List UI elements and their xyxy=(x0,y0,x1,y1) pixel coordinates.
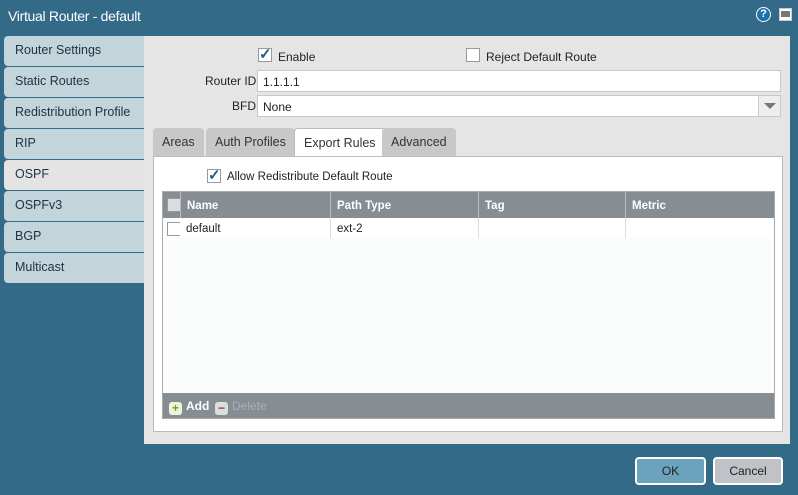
row-metric xyxy=(625,218,773,238)
minus-icon: − xyxy=(215,402,228,415)
maximize-icon[interactable] xyxy=(779,8,792,21)
add-label: Add xyxy=(186,399,210,413)
column-metric[interactable]: Metric xyxy=(625,192,773,218)
row-checkbox[interactable] xyxy=(167,222,181,236)
tab-advanced[interactable]: Advanced xyxy=(382,128,456,156)
tab-export-rules[interactable]: Export Rules xyxy=(294,128,386,157)
select-all-checkbox[interactable] xyxy=(167,198,181,212)
sidebar-item-ospf[interactable]: OSPF xyxy=(4,160,144,190)
bfd-label: BFD xyxy=(232,99,256,113)
reject-default-route-checkbox[interactable] xyxy=(466,48,480,62)
enable-checkbox[interactable] xyxy=(258,45,272,63)
sidebar-item-router-settings[interactable]: Router Settings xyxy=(4,36,144,66)
delete-label: Delete xyxy=(232,399,267,413)
column-tag[interactable]: Tag xyxy=(478,192,625,218)
sidebar-item-static-routes[interactable]: Static Routes xyxy=(4,67,144,97)
add-button[interactable]: + Add xyxy=(169,399,209,415)
allow-redistribute-checkbox[interactable] xyxy=(207,166,221,184)
sidebar-item-multicast[interactable]: Multicast xyxy=(4,253,144,283)
sidebar-item-redistribution-profile[interactable]: Redistribution Profile xyxy=(4,98,144,128)
ok-button[interactable]: OK xyxy=(635,457,706,485)
tab-auth-profiles[interactable]: Auth Profiles xyxy=(206,128,295,156)
bfd-select[interactable]: None xyxy=(257,95,781,117)
sidebar-item-rip[interactable]: RIP xyxy=(4,129,144,159)
table-header: Name Path Type Tag Metric xyxy=(163,192,774,218)
tab-areas[interactable]: Areas xyxy=(153,128,204,156)
bfd-value: None xyxy=(263,100,292,114)
sidebar-item-bgp[interactable]: BGP xyxy=(4,222,144,252)
row-path-type: ext-2 xyxy=(330,218,478,238)
enable-label: Enable xyxy=(278,50,316,64)
row-tag xyxy=(478,218,625,238)
cancel-button[interactable]: Cancel xyxy=(713,457,783,485)
delete-button[interactable]: − Delete xyxy=(215,399,267,415)
plus-icon: + xyxy=(169,402,182,415)
reject-default-route-label: Reject Default Route xyxy=(486,50,597,64)
table-toolbar: + Add − Delete xyxy=(163,393,774,418)
help-icon[interactable]: ? xyxy=(756,7,771,22)
sidebar-item-ospfv3[interactable]: OSPFv3 xyxy=(4,191,144,221)
export-rules-table: Name Path Type Tag Metric default ext-2 … xyxy=(162,191,775,419)
router-id-label: Router ID xyxy=(205,74,257,88)
column-name[interactable]: Name xyxy=(180,192,330,218)
window-title: Virtual Router - default xyxy=(8,8,141,24)
column-path-type[interactable]: Path Type xyxy=(330,192,478,218)
allow-redistribute-label: Allow Redistribute Default Route xyxy=(227,171,393,183)
row-name[interactable]: default xyxy=(180,218,330,238)
router-id-input[interactable]: 1.1.1.1 xyxy=(257,70,781,92)
chevron-down-icon[interactable] xyxy=(758,96,780,116)
